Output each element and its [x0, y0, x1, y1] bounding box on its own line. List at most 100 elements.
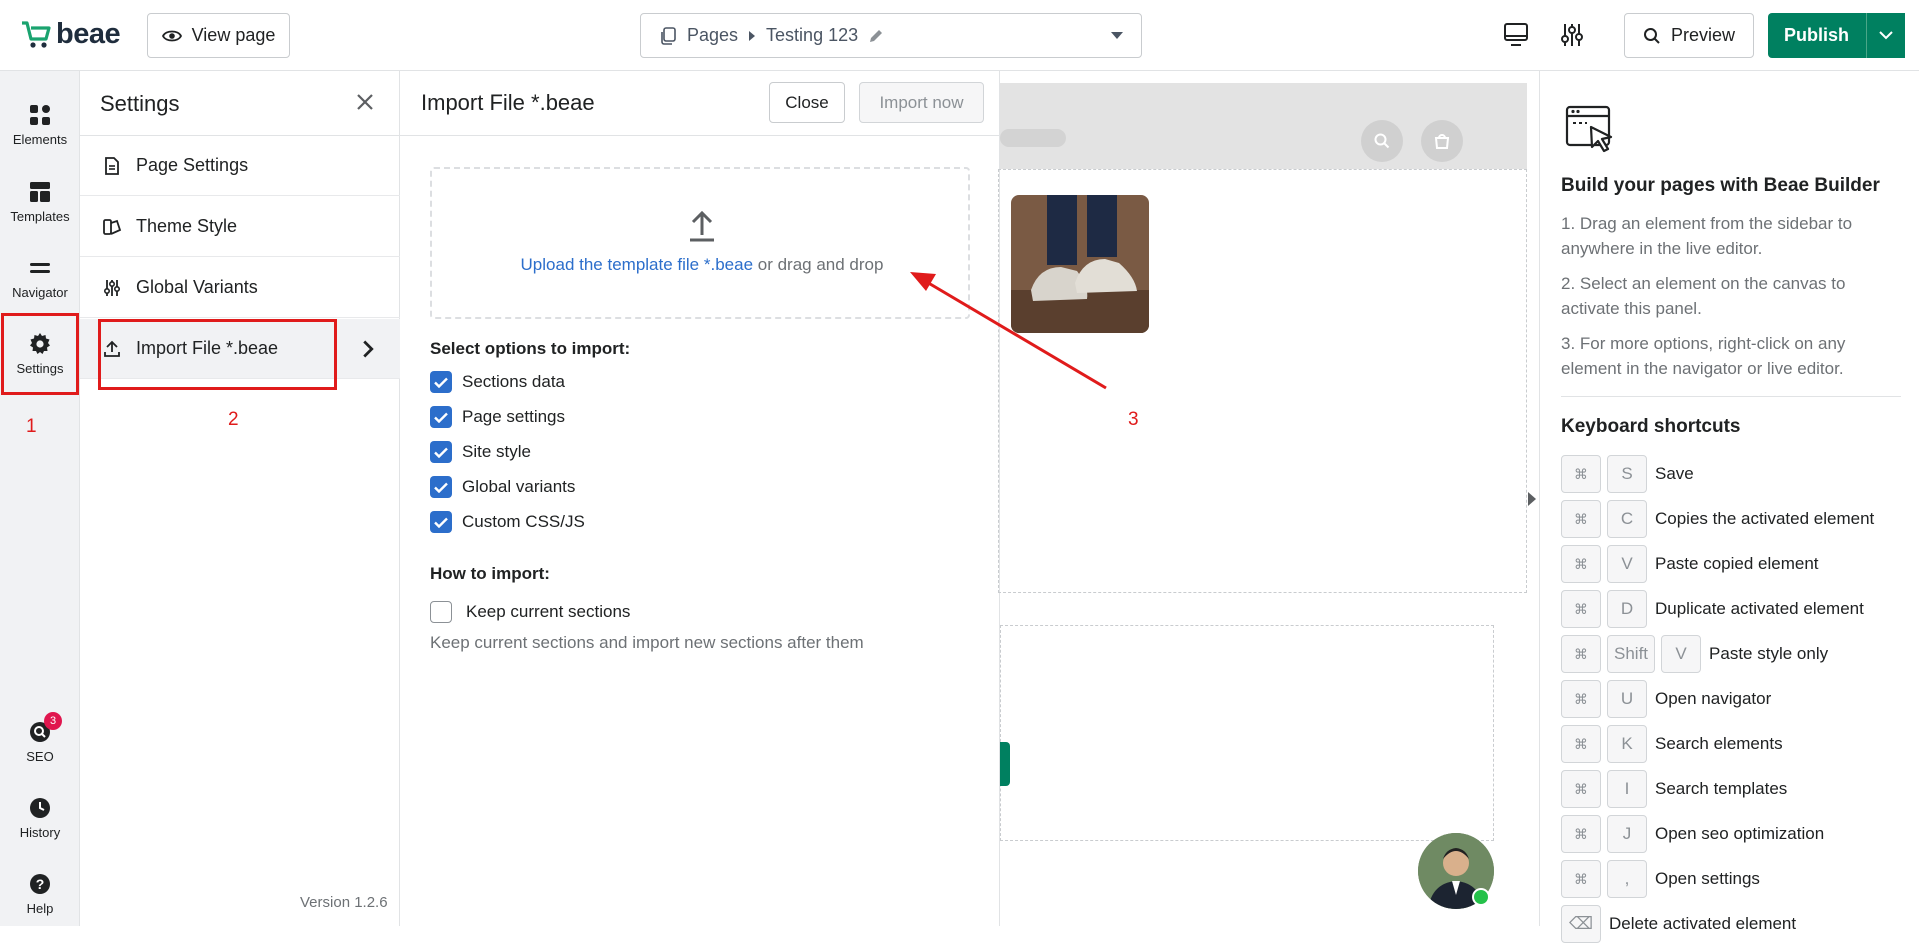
rail-elements[interactable]: Elements [0, 89, 80, 159]
green-button-fragment[interactable] [1000, 742, 1010, 786]
annotation-number-2: 2 [228, 409, 239, 430]
how-to-import-label: How to import: [430, 564, 550, 583]
drop-text: Upload the template file *.beae or drag … [432, 255, 972, 275]
settings-title: Settings [100, 91, 180, 116]
option-keep-current-sections[interactable]: Keep current sections [430, 601, 630, 623]
shortcut-key: S [1607, 455, 1647, 493]
keep-sections-hint: Keep current sections and import new sec… [430, 633, 864, 652]
logo-text: beae [56, 18, 121, 50]
beae-logo[interactable]: beae [20, 18, 121, 51]
option-global-variants[interactable]: Global variants [430, 476, 575, 498]
shortcut-key: ⌘ [1561, 725, 1601, 763]
shortcut-row: ⌘ Shift V Paste style only [1561, 635, 1828, 673]
shortcut-row: ⌫ Delete activated element [1561, 905, 1796, 943]
pencil-icon[interactable] [868, 28, 884, 44]
shortcut-key: ⌘ [1561, 545, 1601, 583]
option-label: Sections data [462, 372, 566, 391]
shortcut-label: Open seo optimization [1655, 824, 1825, 843]
option-custom-css-js[interactable]: Custom CSS/JS [430, 511, 585, 533]
shortcut-key: ⌘ [1561, 635, 1601, 673]
annotation-arrow [910, 272, 1107, 390]
chevron-down-icon[interactable] [1111, 31, 1123, 40]
breadcrumb-page: Testing 123 [766, 25, 859, 45]
left-rail: Elements Templates Navigator Settings SE… [0, 71, 80, 926]
rail-templates[interactable]: Templates [0, 166, 80, 236]
option-page-settings[interactable]: Page settings [430, 406, 565, 428]
sliders-icon[interactable] [1557, 20, 1587, 50]
publish-options-button[interactable] [1866, 13, 1905, 58]
preview-label: Preview [1670, 25, 1736, 45]
page-selector[interactable]: Pages Testing 123 [640, 13, 1142, 58]
file-drop-zone[interactable]: Upload the template file *.beae or drag … [430, 167, 970, 319]
shortcut-label: Delete activated element [1609, 914, 1797, 933]
checkbox-checked-icon[interactable] [430, 511, 452, 533]
desktop-view-icon[interactable] [1501, 20, 1531, 50]
shortcut-label: Paste copied element [1655, 554, 1819, 573]
settings-item-label: Page Settings [136, 155, 249, 175]
rail-navigator-label: Navigator [12, 284, 68, 300]
settings-panel: Settings Page Settings Theme Style Globa… [80, 71, 400, 926]
rail-seo[interactable]: SEO [0, 706, 80, 776]
checkbox-unchecked-icon[interactable] [430, 601, 452, 623]
sliders-icon [103, 279, 121, 296]
shortcut-label: Open navigator [1655, 689, 1772, 708]
option-site-style[interactable]: Site style [430, 441, 531, 463]
upload-arrow-icon [690, 210, 714, 242]
collapse-panel-arrow-icon[interactable] [1528, 492, 1536, 506]
shortcut-label: Save [1655, 464, 1694, 483]
help-icon: ? [30, 873, 50, 894]
shortcut-row: ⌘ I Search templates [1561, 770, 1787, 808]
shortcut-key: ⌘ [1561, 860, 1601, 898]
cart-logo-icon [22, 20, 51, 48]
search-icon [1643, 27, 1660, 44]
checkbox-checked-icon[interactable] [430, 406, 452, 428]
elements-icon [30, 104, 50, 125]
checkbox-checked-icon[interactable] [430, 476, 452, 498]
shortcut-label: Duplicate activated element [1655, 599, 1864, 618]
shortcut-row: ⌘ C Copies the activated element [1561, 500, 1874, 538]
publish-label: Publish [1783, 25, 1849, 45]
settings-item-global-variants[interactable]: Global Variants [80, 258, 400, 318]
shortcut-key: V [1607, 545, 1647, 583]
annotation-box-import [98, 319, 337, 390]
rail-help[interactable]: ? Help [0, 858, 80, 928]
rail-seo-label: SEO [26, 748, 54, 764]
preview-button[interactable]: Preview [1624, 13, 1754, 58]
drop-text-rest: or drag and drop [753, 255, 884, 274]
checkbox-checked-icon[interactable] [430, 441, 452, 463]
search-bar-placeholder [1000, 129, 1066, 147]
checkbox-checked-icon[interactable] [430, 371, 452, 393]
version-label: Version 1.2.6 [300, 894, 388, 911]
live-editor-canvas[interactable] [998, 71, 1539, 926]
chevron-right-icon [749, 30, 756, 41]
shortcut-key: ⌘ [1561, 680, 1601, 718]
close-button[interactable]: Close [769, 82, 845, 123]
templates-icon [30, 181, 50, 202]
rail-history[interactable]: History [0, 782, 80, 852]
shortcut-key: J [1607, 815, 1647, 853]
builder-step: 2. Select an element on the canvas to ac… [1561, 274, 1846, 318]
shortcut-row: ⌘ S Save [1561, 455, 1694, 493]
settings-item-page-settings[interactable]: Page Settings [80, 136, 400, 196]
annotation-box-settings [1, 313, 79, 395]
option-label: Page settings [462, 407, 566, 426]
palette-icon [103, 218, 122, 235]
shortcut-key: ⌘ [1561, 770, 1601, 808]
import-now-button[interactable]: Import now [859, 82, 984, 123]
option-sections-data[interactable]: Sections data [430, 371, 565, 393]
navigator-icon [30, 262, 50, 273]
rail-history-label: History [19, 824, 61, 840]
view-page-button[interactable]: View page [147, 13, 290, 58]
close-icon[interactable] [354, 91, 376, 113]
shortcut-key: ⌫ [1561, 905, 1601, 943]
rail-navigator[interactable]: Navigator [0, 242, 80, 312]
shortcut-key: C [1607, 500, 1647, 538]
annotation-number-3: 3 [1128, 409, 1139, 430]
upload-link[interactable]: Upload the template file *.beae [521, 255, 754, 274]
option-label: Global variants [462, 477, 576, 496]
shortcut-label: Open settings [1655, 869, 1760, 888]
shortcut-row: ⌘ D Duplicate activated element [1561, 590, 1864, 628]
shortcut-key: ⌘ [1561, 590, 1601, 628]
settings-item-theme-style[interactable]: Theme Style [80, 197, 400, 257]
shortcut-key: , [1607, 860, 1647, 898]
